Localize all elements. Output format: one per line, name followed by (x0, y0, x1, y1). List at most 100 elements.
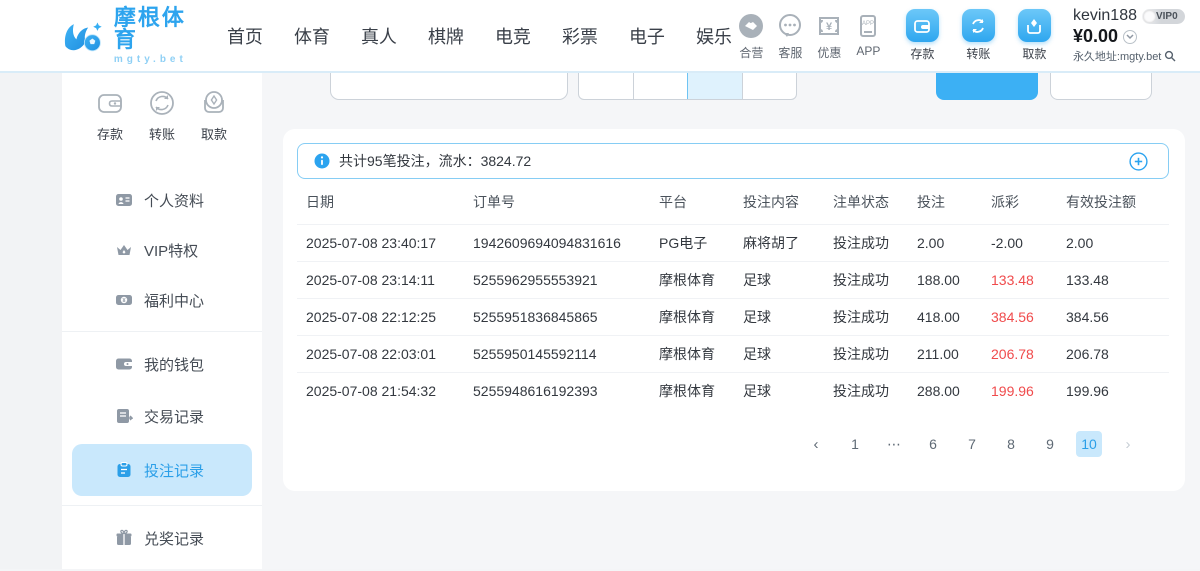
transfer-button[interactable]: 转账 (956, 9, 1001, 62)
cell-payout: 133.48 (991, 272, 1066, 288)
transfer-arrows-icon (962, 9, 995, 42)
table-header: 日期 订单号 平台 投注内容 注单状态 投注 派彩 有效投注额 (297, 180, 1169, 224)
nav-item-slots[interactable]: 电子 (629, 23, 665, 49)
quick-label: 存款 (97, 124, 123, 143)
nav-item-cards[interactable]: 棋牌 (428, 23, 464, 49)
cell-content: 足球 (743, 381, 833, 401)
cell-platform: PG电子 (659, 233, 743, 253)
chat-bubble-icon (777, 10, 803, 42)
nav-item-entertainment[interactable]: 娱乐 (696, 23, 732, 49)
balance-dropdown-button[interactable] (1123, 30, 1137, 44)
main-content: 共计95笔投注，流水：3824.72 日期 订单号 平台 投注内容 注单状态 投… (262, 73, 1200, 569)
sidebar-item-bet-records[interactable]: 投注记录 (72, 444, 252, 496)
cell-date: 2025-07-08 23:40:17 (306, 235, 473, 251)
cell-valid: 133.48 (1066, 272, 1169, 288)
cell-date: 2025-07-08 21:54:32 (306, 383, 473, 399)
wallet-icon (906, 9, 939, 42)
navbar-quick-actions: 存款 转账 取款 (900, 9, 1057, 62)
sidebar-transfer-button[interactable]: 转账 (140, 86, 184, 143)
cell-order: 5255950145592114 (473, 346, 659, 362)
info-icon (314, 153, 330, 169)
quick-label: 转账 (149, 124, 175, 143)
cell-order: 1942609694094831616 (473, 235, 659, 251)
cell-platform: 摩根体育 (659, 270, 743, 290)
cell-order: 5255951836845865 (473, 309, 659, 325)
pagination: ‹1⋯678910› (297, 431, 1169, 457)
sidebar-withdraw-button[interactable]: 取款 (192, 86, 236, 143)
cell-valid: 384.56 (1066, 309, 1169, 325)
sidebar-deposit-button[interactable]: 存款 (88, 86, 132, 143)
id-card-icon (115, 191, 133, 209)
pagination-prev[interactable]: ‹ (803, 431, 829, 457)
sidebar: 存款 转账 取款 个人资料 (62, 73, 262, 569)
sidebar-item-wallet[interactable]: 我的钱包 (62, 338, 262, 390)
brand-domain: mgty.bet (114, 55, 195, 65)
withdraw-button[interactable]: 取款 (1012, 9, 1057, 62)
support-button[interactable]: 客服 (771, 10, 810, 61)
nav-item-live[interactable]: 真人 (361, 23, 397, 49)
table-row: 2025-07-08 21:54:325255948616192393摩根体育足… (297, 372, 1169, 409)
app-download-button[interactable]: APP APP (849, 10, 888, 61)
bet-records-card: 共计95笔投注，流水：3824.72 日期 订单号 平台 投注内容 注单状态 投… (283, 129, 1185, 491)
sidebar-item-profile[interactable]: 个人资料 (62, 175, 262, 225)
brand-name: 摩根体育 (114, 7, 195, 51)
pagination-page-6[interactable]: 6 (920, 431, 946, 457)
cell-status: 投注成功 (833, 381, 917, 401)
cell-platform: 摩根体育 (659, 381, 743, 401)
sidebar-quick-actions: 存款 转账 取款 (62, 73, 262, 143)
nav-item-sports[interactable]: 体育 (294, 23, 330, 49)
sidebar-group-prizes: 兑奖记录 (62, 505, 262, 564)
partnership-button[interactable]: 合营 (732, 10, 771, 61)
nav-item-lottery[interactable]: 彩票 (562, 23, 598, 49)
cell-bet: 288.00 (917, 383, 991, 399)
cell-date: 2025-07-08 22:12:25 (306, 309, 473, 325)
pagination-next[interactable]: › (1115, 431, 1141, 457)
gift-icon (115, 529, 133, 547)
header-tools: 合营 客服 ¥ 优惠 APP (732, 10, 888, 61)
table-row: 2025-07-08 23:14:115255962955553921摩根体育足… (297, 261, 1169, 298)
pagination-page-9[interactable]: 9 (1037, 431, 1063, 457)
tool-label: APP (856, 44, 880, 58)
summary-text: 共计95笔投注，流水：3824.72 (339, 151, 531, 171)
sidebar-item-vip[interactable]: VIP特权 (62, 225, 262, 275)
top-navbar: 摩根体育 mgty.bet 首页 体育 真人 棋牌 电竞 彩票 电子 娱乐 合营 (0, 0, 1200, 73)
sidebar-item-prize-records[interactable]: 兑奖记录 (62, 512, 262, 564)
pagination-page-1[interactable]: 1 (842, 431, 868, 457)
table-row: 2025-07-08 23:40:171942609694094831616PG… (297, 224, 1169, 261)
deposit-button[interactable]: 存款 (900, 9, 945, 62)
withdraw-icon (1018, 9, 1051, 42)
nav-item-esports[interactable]: 电竞 (495, 23, 531, 49)
search-icon[interactable] (1164, 50, 1176, 62)
tool-label: 客服 (778, 44, 802, 61)
cell-date: 2025-07-08 23:14:11 (306, 272, 473, 288)
yuan-ticket-icon: ¥ (816, 10, 842, 42)
cell-bet: 211.00 (917, 346, 991, 362)
pagination-page-8[interactable]: 8 (998, 431, 1024, 457)
nav-item-home[interactable]: 首页 (227, 23, 263, 49)
brand-logo[interactable]: 摩根体育 mgty.bet (62, 7, 195, 65)
cell-date: 2025-07-08 22:03:01 (306, 346, 473, 362)
cell-content: 麻将胡了 (743, 233, 833, 253)
cell-order: 5255948616192393 (473, 383, 659, 399)
handshake-icon (738, 10, 764, 42)
pagination-page-10[interactable]: 10 (1076, 431, 1102, 457)
cell-valid: 2.00 (1066, 235, 1169, 251)
add-circle-icon[interactable] (1129, 152, 1148, 171)
user-block: kevin188 VIP0 ¥0.00 永久地址:mgty.bet (1073, 7, 1200, 64)
cell-status: 投注成功 (833, 270, 917, 290)
sidebar-group-account: 个人资料 VIP特权 ¥ 福利中心 (62, 173, 262, 325)
table-row: 2025-07-08 22:03:015255950145592114摩根体育足… (297, 335, 1169, 372)
cell-status: 投注成功 (833, 233, 917, 253)
cell-status: 投注成功 (833, 307, 917, 327)
balance-amount: ¥0.00 (1073, 26, 1118, 47)
pagination-page-7[interactable]: 7 (959, 431, 985, 457)
promo-button[interactable]: ¥ 优惠 (810, 10, 849, 61)
sidebar-item-transactions[interactable]: 交易记录 (62, 390, 262, 442)
table-row: 2025-07-08 22:12:255255951836845865摩根体育足… (297, 298, 1169, 335)
sidebar-group-records: 我的钱包 交易记录 投注记录 (62, 331, 262, 496)
permanent-address: 永久地址:mgty.bet (1073, 48, 1161, 64)
main-nav: 首页 体育 真人 棋牌 电竞 彩票 电子 娱乐 (227, 23, 732, 49)
sidebar-item-benefits[interactable]: ¥ 福利中心 (62, 275, 262, 325)
quick-label: 取款 (1022, 45, 1046, 62)
svg-text:APP: APP (862, 21, 874, 27)
